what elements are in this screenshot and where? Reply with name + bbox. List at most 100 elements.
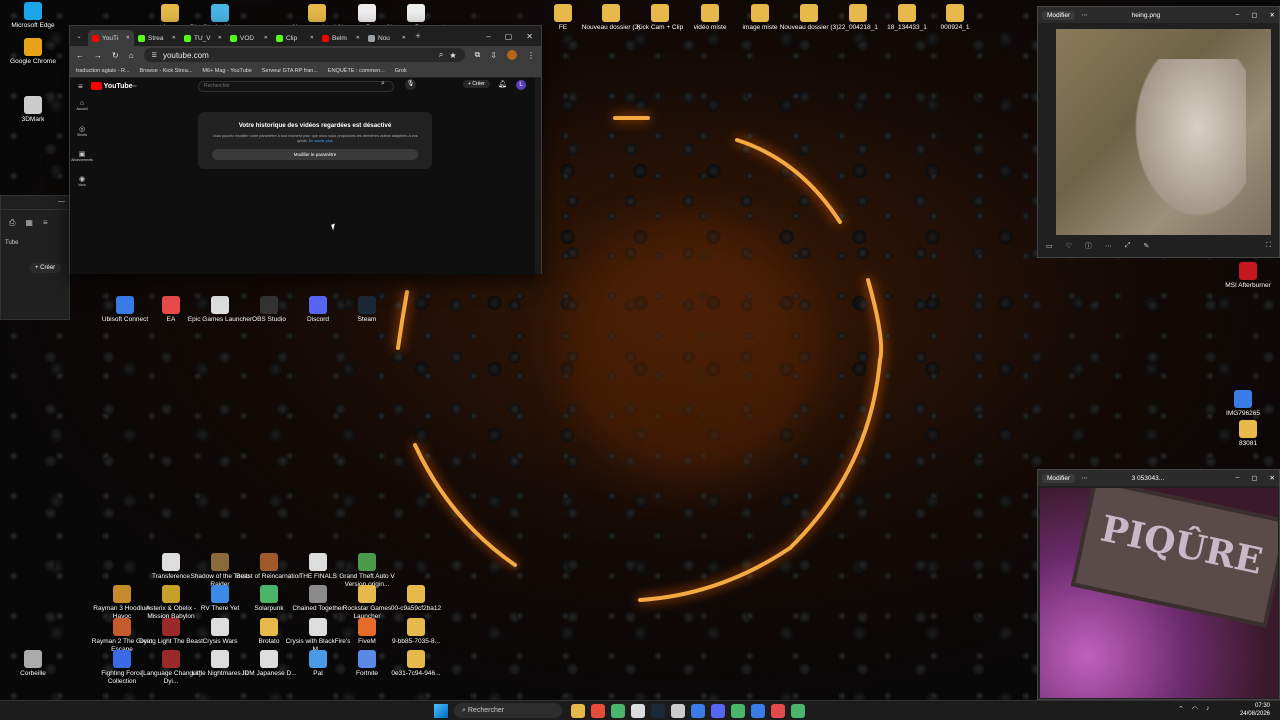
chrome-window[interactable]: ⌄ YouTi ✕ Strea ✕ TU_V ✕ VOD ✕ Clip ✕ Belm ✕ Nou ✕ + … xyxy=(69,25,542,274)
tab-close-icon[interactable]: ✕ xyxy=(402,35,406,41)
more-options-icon[interactable]: ⋯ xyxy=(1081,474,1088,482)
bookmark-item[interactable]: Grok xyxy=(395,68,407,74)
avatar[interactable]: L xyxy=(516,80,526,90)
youtube-sidebar-item[interactable]: ⌂ Accueil xyxy=(70,96,94,121)
desktop-icon[interactable]: 3DMark xyxy=(0,96,66,124)
taskbar-search[interactable]: ⌕ Rechercher xyxy=(454,703,562,718)
bookmark-item[interactable]: M6+ Mag - YouTube xyxy=(202,68,251,74)
profile-icon[interactable] xyxy=(507,50,517,60)
minimize-icon[interactable]: – xyxy=(1236,474,1240,482)
minimize-icon[interactable]: – xyxy=(1236,11,1240,19)
wifi-icon[interactable]: ◠ xyxy=(1192,705,1198,713)
taskbar-app-icon[interactable] xyxy=(711,704,725,718)
clock[interactable]: 07:30 24/08/2026 xyxy=(1240,702,1270,718)
bookmark-item[interactable]: ENQUÊTE : commen... xyxy=(328,68,385,74)
taskbar-app-icon[interactable] xyxy=(791,704,805,718)
print-icon[interactable]: ⎙ xyxy=(9,218,15,228)
taskbar-app-icon[interactable] xyxy=(671,704,685,718)
youtube-sidebar-item[interactable]: ◉ Vous xyxy=(70,171,94,196)
desktop-icon[interactable]: 83081 xyxy=(1215,420,1280,448)
fullscreen-icon[interactable]: ⛶ xyxy=(1266,242,1271,250)
browser-tab[interactable]: TU_V ✕ xyxy=(180,30,226,46)
maximize-icon[interactable]: ▢ xyxy=(1251,474,1257,482)
photos-window-sign[interactable]: Modifier ⋯ 3 053043... – ▢ ✕ PIQÛRE xyxy=(1037,469,1280,700)
desktop-icon[interactable]: IMG796265 xyxy=(1210,390,1276,418)
browser-tab[interactable]: YouTi ✕ xyxy=(88,30,134,46)
address-bar[interactable]: ☰ youtube.com ⌕ ★ xyxy=(143,48,465,62)
zoom-fit-icon[interactable]: ⤢ xyxy=(1125,242,1131,250)
desktop-icon[interactable]: 0e31-7c94-946... xyxy=(383,650,449,678)
search-icon[interactable]: ⌕ xyxy=(381,80,385,88)
modify-setting-button[interactable]: Modifier le paramètre xyxy=(212,149,418,160)
close-icon[interactable]: ✕ xyxy=(526,32,533,41)
browser-tab[interactable]: Clip ✕ xyxy=(272,30,318,46)
more-options-icon[interactable]: ⋯ xyxy=(1081,11,1088,19)
taskbar-app-icon[interactable] xyxy=(751,704,765,718)
back-icon[interactable]: ← xyxy=(76,51,84,60)
taskbar-app-icon[interactable] xyxy=(651,704,665,718)
youtube-search-input[interactable]: Rechercher xyxy=(198,81,394,92)
tab-search-icon[interactable]: ⌄ xyxy=(70,32,88,40)
desktop-icon[interactable]: Google Chrome xyxy=(0,38,66,66)
tab-close-icon[interactable]: ✕ xyxy=(172,35,176,41)
zoom-icon[interactable]: ⌕ xyxy=(439,50,443,60)
bookmark-star-icon[interactable]: ★ xyxy=(449,51,456,60)
microphone-icon[interactable]: 🎙 xyxy=(405,79,416,90)
extensions-icon[interactable]: ⧉ xyxy=(475,50,481,60)
desktop-icon[interactable]: 00-c9a59cf2ba12 xyxy=(383,585,449,613)
reload-icon[interactable]: ↻ xyxy=(112,51,119,60)
bookmark-item[interactable]: traduction aglais - R... xyxy=(76,68,130,74)
favorite-heart-icon[interactable]: ♡ xyxy=(1066,242,1072,250)
taskbar-app-icon[interactable] xyxy=(611,704,625,718)
start-button[interactable] xyxy=(434,704,448,718)
partial-window[interactable]: — ⎙ ▦ ≡ Tube + Créer xyxy=(0,195,70,320)
desktop-icon[interactable]: MSI Afterburner xyxy=(1215,262,1280,290)
browser-tab[interactable]: Belm ✕ xyxy=(318,30,364,46)
maximize-icon[interactable]: ▢ xyxy=(1251,11,1257,19)
tab-close-icon[interactable]: ✕ xyxy=(126,35,130,41)
desktop-icon[interactable]: Grand Theft Auto V Version origin... xyxy=(334,553,400,589)
tray-overflow-icon[interactable]: ⌃ xyxy=(1178,705,1184,713)
desktop-icon[interactable]: Microsoft Edge xyxy=(0,2,66,30)
browser-tab[interactable]: VOD ✕ xyxy=(226,30,272,46)
list-icon[interactable]: ≡ xyxy=(43,218,48,228)
minimize-icon[interactable]: – xyxy=(486,32,490,41)
edit-icon[interactable]: ✎ xyxy=(1144,242,1150,250)
new-tab-button[interactable]: + xyxy=(410,31,426,41)
browser-tab[interactable]: Nou ✕ xyxy=(364,30,410,46)
learn-more-link[interactable]: En savoir plus xyxy=(309,139,333,143)
modify-button[interactable]: Modifier xyxy=(1042,10,1076,20)
tab-close-icon[interactable]: ✕ xyxy=(310,35,314,41)
desktop-icon[interactable]: Steam xyxy=(334,296,400,324)
youtube-logo-text[interactable]: YouTube xyxy=(104,83,133,90)
taskbar-app-icon[interactable] xyxy=(591,704,605,718)
youtube-sidebar-item[interactable]: ◎ Shorts xyxy=(70,121,94,146)
partial-create-button[interactable]: + Créer xyxy=(29,263,62,273)
youtube-logo-icon[interactable] xyxy=(90,82,102,90)
filmstrip-icon[interactable]: ▭ xyxy=(1046,242,1053,250)
bookmark-item[interactable]: Serveur GTA RP fran... xyxy=(262,68,318,74)
photos-window-duck[interactable]: Modifier ⋯ heing.png – ▢ ✕ ▭ ♡ ⓘ ⋯ ⤢ ✎ ⛶ xyxy=(1037,6,1280,258)
taskbar-app-icon[interactable] xyxy=(571,704,585,718)
grid-icon[interactable]: ▦ xyxy=(25,218,33,228)
taskbar-app-icon[interactable] xyxy=(631,704,645,718)
info-icon[interactable]: ⓘ xyxy=(1085,241,1092,251)
hamburger-menu-icon[interactable]: ≡ xyxy=(78,82,83,91)
desktop-icon[interactable]: Corbeille xyxy=(0,650,66,678)
tab-close-icon[interactable]: ✕ xyxy=(218,35,222,41)
tab-close-icon[interactable]: ✕ xyxy=(264,35,268,41)
taskbar-app-icon[interactable] xyxy=(691,704,705,718)
site-info-icon[interactable]: ☰ xyxy=(152,52,157,59)
close-icon[interactable]: ✕ xyxy=(1270,474,1275,482)
close-icon[interactable]: ✕ xyxy=(1270,11,1275,19)
forward-icon[interactable]: → xyxy=(94,51,102,60)
browser-tab[interactable]: Strea ✕ xyxy=(134,30,180,46)
speaker-icon[interactable]: ♪ xyxy=(1206,705,1210,713)
notifications-bell-icon[interactable]: 🔔︎ xyxy=(498,80,507,88)
desktop-icon[interactable]: 9-bb85-7035-8... xyxy=(383,618,449,646)
maximize-icon[interactable]: ▢ xyxy=(505,32,513,41)
modify-button-2[interactable]: Modifier xyxy=(1042,473,1076,483)
scrollbar[interactable] xyxy=(535,78,541,274)
taskbar-app-icon[interactable] xyxy=(731,704,745,718)
menu-icon[interactable]: ⋮ xyxy=(527,51,535,60)
